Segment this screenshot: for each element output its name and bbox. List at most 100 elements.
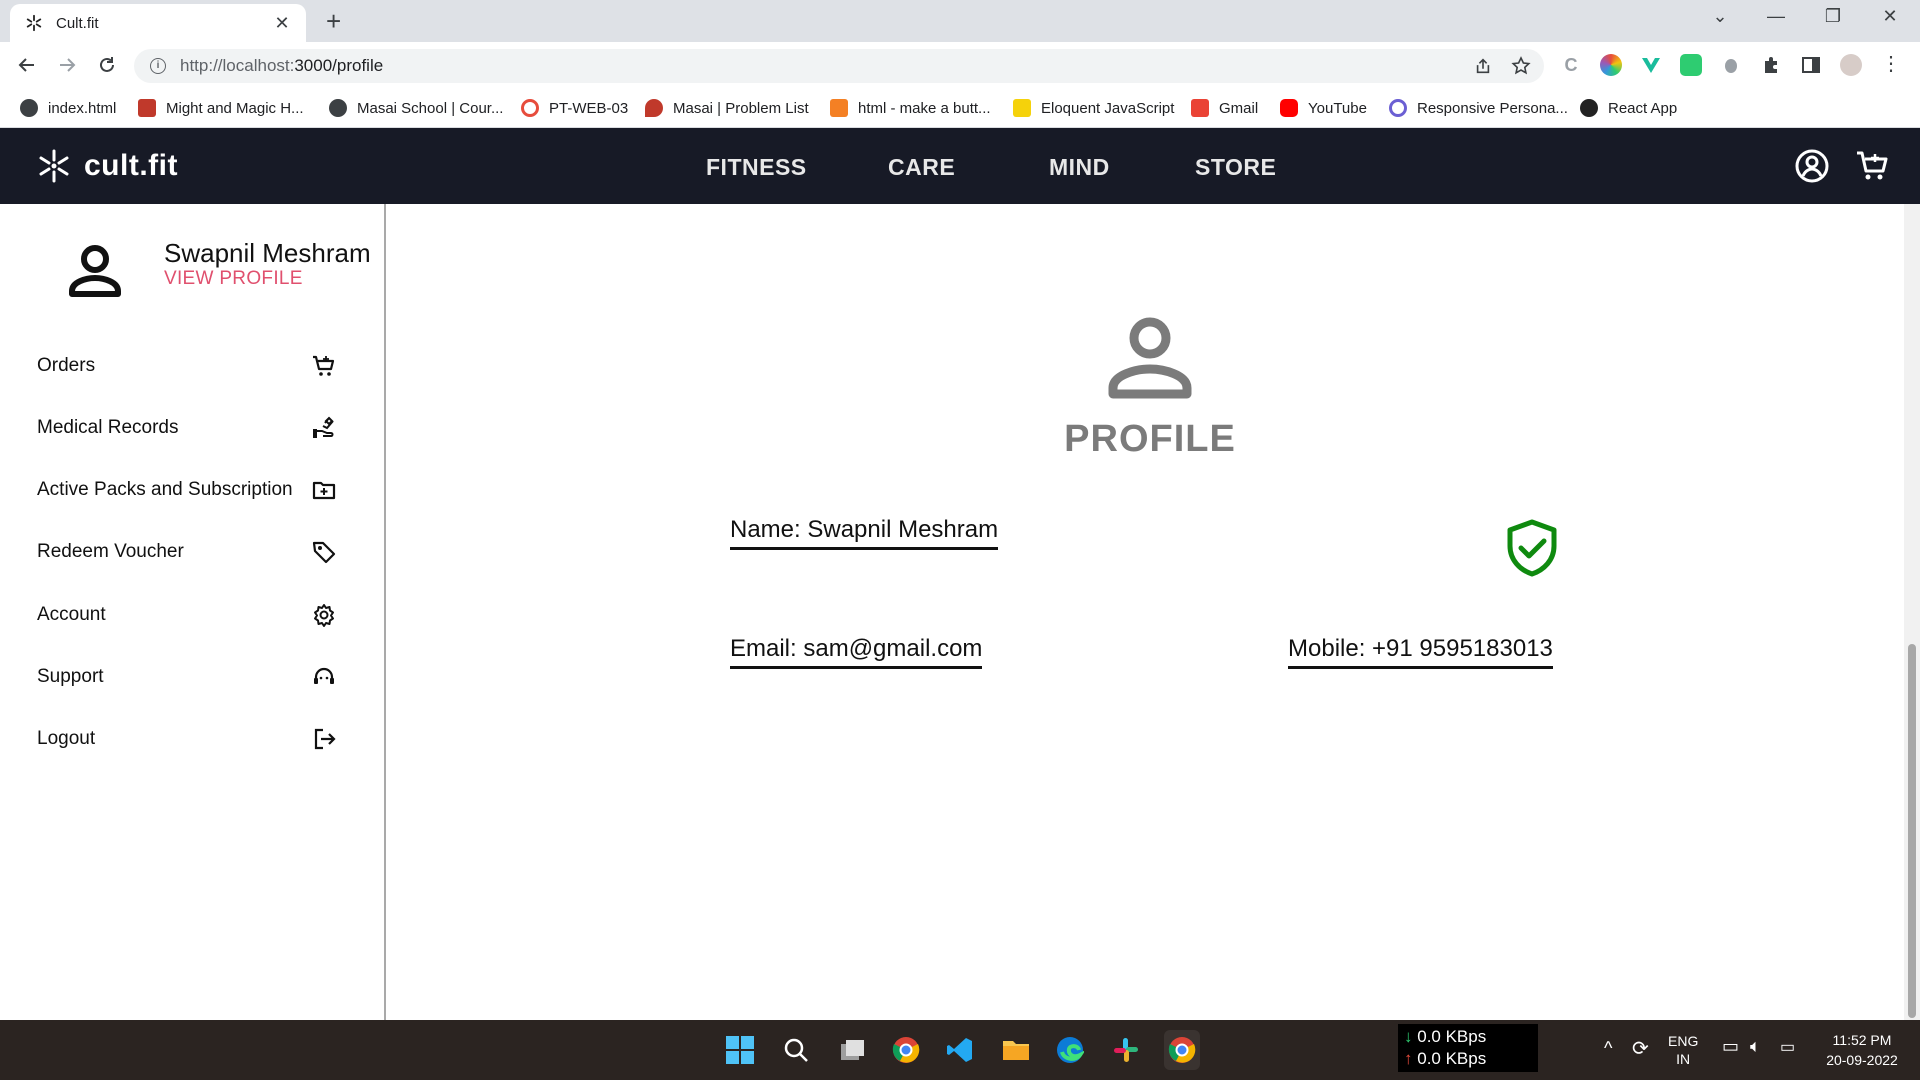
forward-icon[interactable]: [54, 52, 80, 78]
share-icon[interactable]: [1470, 53, 1496, 79]
cultfit-favicon-icon: [24, 13, 44, 33]
tab-title: Cult.fit: [56, 14, 99, 32]
sidebar-item-orders[interactable]: Orders: [37, 346, 337, 386]
sidebar-item-label: Support: [37, 666, 104, 687]
download-speed: 0.0 KBps: [1417, 1027, 1487, 1046]
globe-icon: [20, 99, 38, 117]
sidebar-item-active-packs[interactable]: Active Packs and Subscription: [37, 470, 337, 510]
close-tab-icon[interactable]: ✕: [272, 13, 292, 34]
battery-icon[interactable]: ▭: [1780, 1037, 1795, 1057]
extension-vue-icon[interactable]: [1640, 54, 1662, 76]
sidebar-item-support[interactable]: Support: [37, 657, 337, 697]
extension-bug-icon[interactable]: [1720, 54, 1742, 76]
cultfit-icon: [1580, 99, 1598, 117]
address-bar[interactable]: i http://localhost:3000/profile: [134, 49, 1544, 83]
nav-store[interactable]: STORE: [1195, 154, 1276, 181]
account-sidebar: Swapnil Meshram VIEW PROFILE Orders Medi…: [0, 204, 386, 1020]
language-code: ENG: [1668, 1033, 1699, 1049]
logo-text: cult.fit: [84, 149, 178, 182]
task-view-icon[interactable]: [836, 1034, 868, 1066]
cultfit-logo-icon: [39, 149, 69, 183]
back-icon[interactable]: [14, 52, 40, 78]
bookmark-item[interactable]: Eloquent JavaScript: [1013, 96, 1174, 120]
start-windows-icon[interactable]: [724, 1034, 756, 1066]
profile-mobile-field: Mobile: +91 9595183013: [1288, 635, 1553, 669]
bookmark-item[interactable]: PT-WEB-03: [521, 96, 628, 120]
minimize-icon[interactable]: —: [1756, 6, 1796, 27]
file-explorer-icon[interactable]: [1000, 1034, 1032, 1066]
bookmark-star-icon[interactable]: [1508, 53, 1534, 79]
site-info-icon[interactable]: i: [150, 58, 166, 74]
extension-color-icon[interactable]: [1600, 54, 1622, 76]
nav-fitness[interactable]: FITNESS: [706, 154, 807, 181]
restore-icon[interactable]: ❐: [1813, 6, 1853, 27]
profile-name-field: Name: Swapnil Meshram: [730, 516, 999, 550]
account-circle-icon[interactable]: [1794, 148, 1830, 184]
logout-icon: [311, 726, 337, 752]
cart-icon: [311, 353, 337, 379]
youtube-icon: [1280, 99, 1298, 117]
verified-shield-icon: [1504, 518, 1560, 578]
sync-icon[interactable]: ⟳: [1632, 1036, 1649, 1061]
profile-title: PROFILE: [1064, 418, 1236, 460]
menu-kebab-icon[interactable]: ⋮: [1880, 54, 1902, 76]
profile-avatar-icon[interactable]: [1840, 54, 1862, 76]
gear-icon: [311, 602, 337, 628]
download-arrow-icon: ↓: [1404, 1027, 1413, 1046]
react-icon: [1389, 99, 1407, 117]
bookmark-item[interactable]: Might and Magic H...: [138, 96, 304, 120]
network-speed-widget: ↓ 0.0 KBps ↑ 0.0 KBps: [1398, 1024, 1538, 1072]
edge-icon[interactable]: [1054, 1034, 1086, 1066]
bookmark-item[interactable]: html - make a butt...: [830, 96, 991, 120]
show-hidden-icons-icon[interactable]: ^: [1604, 1038, 1612, 1059]
sidebar-user-name: Swapnil Meshram: [164, 238, 371, 268]
clock[interactable]: 11:52 PM 20-09-2022: [1818, 1030, 1906, 1070]
network-icon[interactable]: ▭: [1722, 1036, 1739, 1057]
site-header: cult.fit FITNESS CARE MIND STORE: [0, 128, 1920, 204]
bookmark-item[interactable]: React App: [1580, 96, 1677, 120]
side-panel-icon[interactable]: [1800, 54, 1822, 76]
bookmark-item[interactable]: Masai | Problem List: [645, 96, 809, 120]
cultfit-logo[interactable]: cult.fit: [36, 148, 178, 184]
support-icon: [311, 664, 337, 690]
upload-arrow-icon: ↑: [1404, 1049, 1413, 1068]
cart-icon[interactable]: [1854, 148, 1890, 184]
browser-tab[interactable]: Cult.fit ✕: [10, 4, 306, 42]
bookmarks-bar: index.html Might and Magic H... Masai Sc…: [0, 88, 1920, 128]
search-icon[interactable]: [780, 1034, 812, 1066]
scrollbar-thumb[interactable]: [1908, 644, 1916, 1018]
extension-grammar-icon[interactable]: [1680, 54, 1702, 76]
chrome-icon[interactable]: [890, 1034, 922, 1066]
user-avatar-icon: [66, 242, 124, 300]
sidebar-item-label: Active Packs and Subscription: [37, 479, 293, 500]
vscode-icon[interactable]: [944, 1034, 976, 1066]
view-profile-link[interactable]: VIEW PROFILE: [164, 268, 303, 290]
language-indicator[interactable]: ENG IN: [1668, 1032, 1698, 1068]
bookmark-item[interactable]: Gmail: [1191, 96, 1258, 120]
browser-toolbar: i http://localhost:3000/profile C ⋮: [0, 42, 1920, 88]
chrome-active-icon[interactable]: [1164, 1030, 1200, 1070]
sidebar-item-label: Account: [37, 604, 106, 625]
slack-icon[interactable]: [1110, 1034, 1142, 1066]
extension-cs-icon[interactable]: C: [1560, 54, 1582, 76]
bookmark-item[interactable]: YouTube: [1280, 96, 1367, 120]
bookmark-item[interactable]: Masai School | Cour...: [329, 96, 503, 120]
nav-care[interactable]: CARE: [888, 154, 955, 181]
page-scrollbar[interactable]: [1904, 204, 1920, 1020]
new-tab-icon[interactable]: +: [326, 8, 341, 34]
tab-search-icon[interactable]: ⌄: [1700, 6, 1740, 27]
sidebar-item-logout[interactable]: Logout: [37, 719, 337, 759]
bookmark-item[interactable]: index.html: [20, 96, 116, 120]
reload-icon[interactable]: [94, 52, 120, 78]
nav-mind[interactable]: MIND: [1049, 154, 1110, 181]
pin-icon: [645, 99, 663, 117]
sidebar-item-redeem-voucher[interactable]: Redeem Voucher: [37, 532, 337, 572]
window-close-icon[interactable]: ✕: [1870, 6, 1910, 27]
bookmark-item[interactable]: Responsive Persona...: [1389, 96, 1568, 120]
url-path: 3000/profile: [294, 56, 384, 75]
extensions-puzzle-icon[interactable]: [1760, 54, 1782, 76]
sidebar-item-label: Logout: [37, 728, 96, 749]
volume-icon[interactable]: 🔈︎: [1750, 1036, 1761, 1057]
globe-icon: [329, 99, 347, 117]
sidebar-item-account[interactable]: Account: [37, 595, 337, 635]
